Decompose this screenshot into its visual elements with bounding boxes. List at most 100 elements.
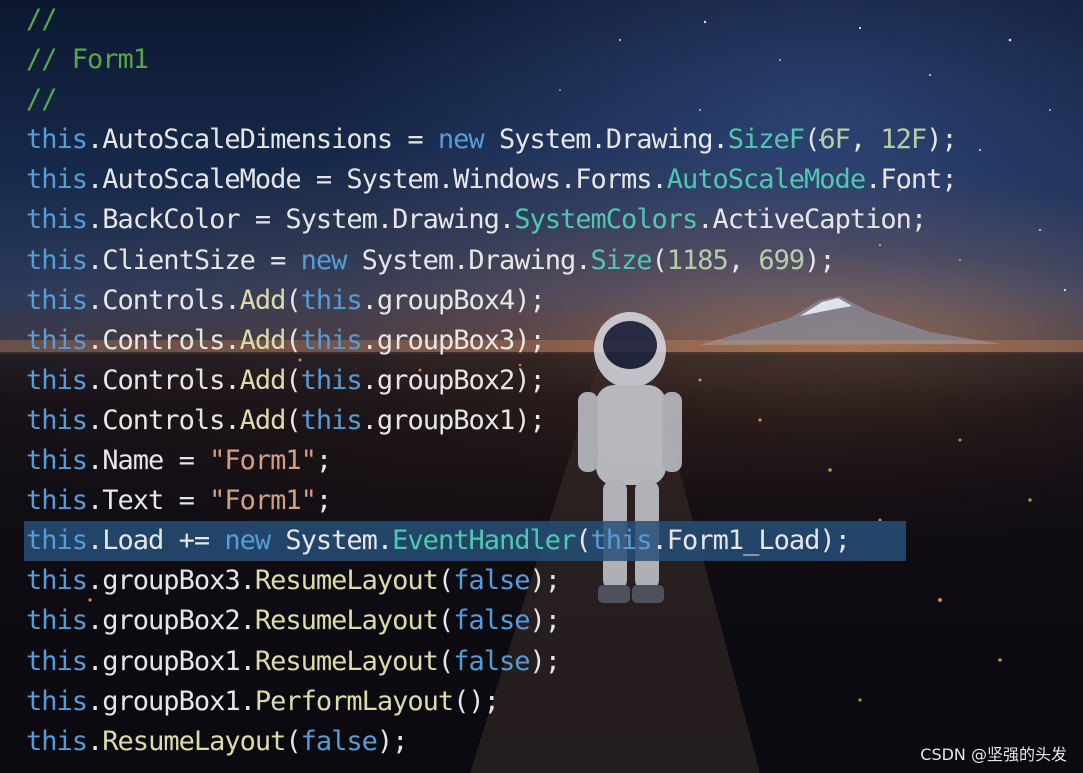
- code-token: );: [529, 605, 561, 637]
- code-token: this: [26, 244, 88, 276]
- code-token: this: [26, 204, 88, 236]
- code-token: .Font;: [865, 164, 958, 196]
- code-token: this: [26, 685, 88, 717]
- code-token: this: [26, 284, 88, 316]
- code-line[interactable]: this.AutoScaleMode = System.Windows.Form…: [26, 160, 1076, 200]
- code-token: .Controls.: [87, 364, 241, 396]
- code-token: .AutoScaleMode = System.Windows.Forms.: [87, 164, 668, 196]
- code-token: (: [285, 284, 301, 316]
- code-token: ResumeLayout: [254, 645, 439, 677]
- code-token: .Text =: [87, 485, 210, 517]
- code-token: .Controls.: [87, 284, 241, 316]
- code-token: this: [590, 525, 653, 557]
- code-token: );: [529, 565, 561, 597]
- code-token: (: [285, 404, 301, 436]
- code-line[interactable]: this.AutoScaleDimensions = new System.Dr…: [26, 120, 1076, 160]
- code-token: EventHandler: [392, 525, 576, 557]
- code-token: this: [26, 605, 88, 637]
- code-line[interactable]: this.groupBox2.ResumeLayout(false);: [26, 601, 1076, 641]
- code-token: .groupBox2.: [87, 605, 256, 637]
- code-token: Add: [239, 324, 287, 356]
- code-editor[interactable]: //// Form1//this.AutoScaleDimensions = n…: [24, 0, 1076, 762]
- code-token: (: [285, 725, 301, 757]
- code-token: (: [285, 364, 301, 396]
- code-token: .Controls.: [87, 404, 241, 436]
- code-token: "Form1": [209, 445, 317, 477]
- code-token: System.Drawing.: [483, 124, 729, 156]
- code-token: false: [453, 605, 530, 637]
- code-line[interactable]: this.groupBox1.PerformLayout();: [26, 682, 1076, 722]
- code-line[interactable]: this.groupBox1.ResumeLayout(false);: [26, 642, 1076, 682]
- code-token: ResumeLayout: [254, 605, 439, 637]
- code-token: this: [26, 364, 88, 396]
- code-token: Add: [239, 404, 287, 436]
- code-line-selected[interactable]: this.Load += new System.EventHandler(thi…: [24, 521, 906, 562]
- code-token: ;: [315, 485, 332, 517]
- code-token: );: [376, 725, 409, 757]
- code-token: ResumeLayout: [102, 725, 286, 757]
- code-token: (: [437, 605, 454, 637]
- code-token: .Name =: [87, 445, 210, 477]
- code-token: this: [26, 565, 88, 597]
- code-token: 1185: [666, 244, 729, 276]
- code-token: this: [26, 645, 88, 677]
- code-token: SystemColors: [514, 204, 698, 236]
- code-line[interactable]: this.ResumeLayout(false);: [26, 722, 1076, 762]
- code-line[interactable]: //: [26, 0, 1076, 40]
- code-token: (: [804, 124, 820, 156]
- code-token: SizeF: [727, 124, 805, 156]
- code-token: ,: [849, 124, 881, 156]
- code-line[interactable]: this.Controls.Add(this.groupBox1);: [26, 401, 1076, 441]
- code-token: this: [26, 725, 88, 757]
- code-token: new: [437, 124, 485, 156]
- code-token: .Controls.: [87, 324, 241, 356]
- code-token: this: [300, 324, 363, 356]
- code-token: Add: [239, 364, 287, 396]
- editor-window: //// Form1//this.AutoScaleDimensions = n…: [0, 0, 1083, 773]
- code-token: );: [529, 645, 561, 677]
- code-token: PerformLayout: [254, 685, 454, 717]
- code-token: this: [300, 364, 363, 396]
- code-token: .Form1_Load);: [651, 525, 851, 557]
- code-token: .groupBox4);: [361, 284, 546, 316]
- code-token: 6F: [819, 124, 851, 156]
- code-token: ,: [727, 244, 759, 276]
- code-token: Add: [239, 284, 287, 316]
- code-token: AutoScaleMode: [666, 164, 866, 196]
- code-token: this: [26, 485, 88, 517]
- code-token: (: [651, 244, 668, 276]
- code-line[interactable]: this.Controls.Add(this.groupBox4);: [26, 281, 1076, 321]
- code-token: .: [87, 725, 103, 757]
- code-token: .groupBox1.: [87, 685, 256, 717]
- code-token: .BackColor = System.Drawing.: [87, 204, 515, 236]
- code-token: // Form1: [26, 44, 149, 76]
- code-token: ();: [453, 685, 500, 717]
- code-token: this: [26, 404, 88, 436]
- code-token: "Form1": [209, 485, 317, 517]
- code-line[interactable]: //: [26, 80, 1076, 120]
- code-token: .groupBox3);: [361, 324, 546, 356]
- watermark-text: CSDN @坚强的头发: [920, 745, 1067, 764]
- code-line[interactable]: this.Text = "Form1";: [26, 481, 1076, 521]
- code-line[interactable]: this.Controls.Add(this.groupBox3);: [26, 321, 1076, 361]
- code-line[interactable]: // Form1: [26, 40, 1076, 80]
- code-token: .Load +=: [87, 525, 225, 557]
- code-line[interactable]: this.BackColor = System.Drawing.SystemCo…: [26, 200, 1076, 240]
- code-token: false: [453, 645, 530, 677]
- code-token: .ClientSize =: [87, 244, 301, 276]
- code-token: ResumeLayout: [254, 565, 439, 597]
- code-token: 699: [758, 244, 805, 276]
- code-token: );: [926, 124, 958, 156]
- code-token: Size: [590, 244, 652, 276]
- code-token: .groupBox2);: [361, 364, 546, 396]
- code-token: (: [437, 565, 454, 597]
- code-token: this: [26, 124, 88, 156]
- code-token: new: [300, 244, 348, 276]
- code-token: new: [224, 525, 271, 557]
- code-line[interactable]: this.Name = "Form1";: [26, 441, 1076, 481]
- code-line[interactable]: this.ClientSize = new System.Drawing.Siz…: [26, 241, 1076, 281]
- code-line[interactable]: this.Controls.Add(this.groupBox2);: [26, 361, 1076, 401]
- code-token: false: [453, 565, 530, 597]
- code-token: System.: [270, 525, 393, 557]
- code-line[interactable]: this.groupBox3.ResumeLayout(false);: [26, 561, 1076, 601]
